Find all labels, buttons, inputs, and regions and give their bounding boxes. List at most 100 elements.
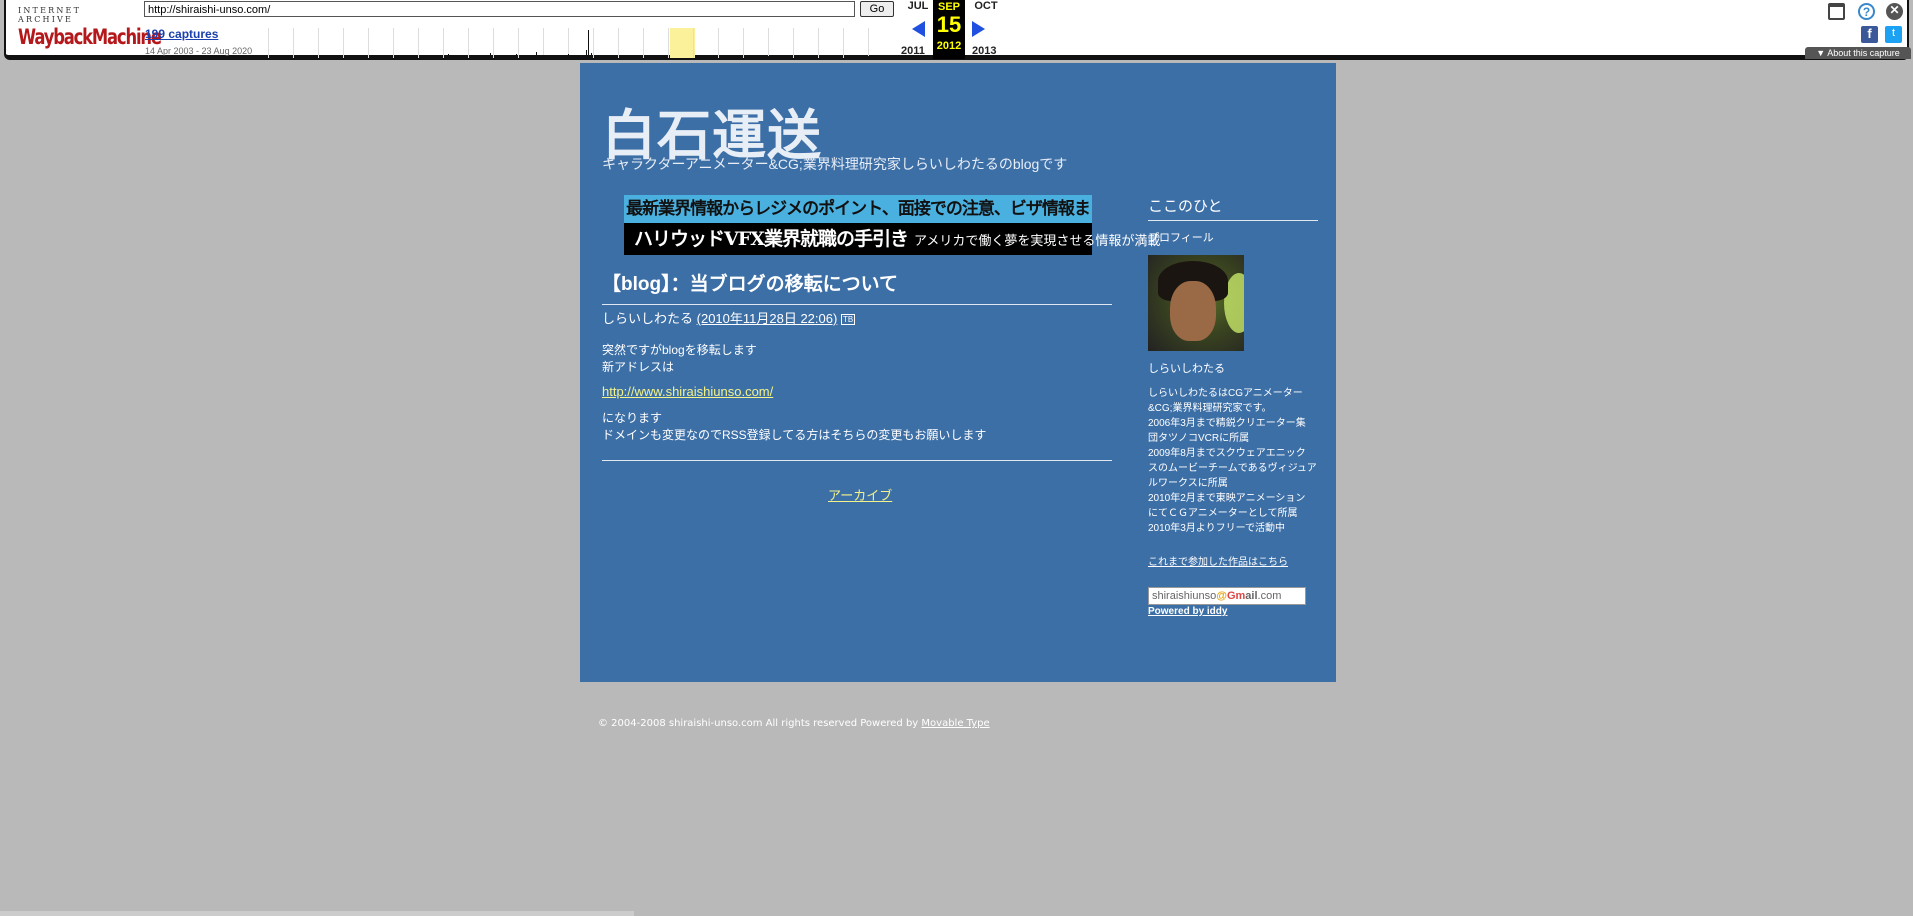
sparkline-bar (591, 53, 592, 58)
twitter-icon[interactable]: t (1885, 26, 1902, 43)
sparkline-divider (768, 28, 769, 58)
sparkline-divider (868, 28, 869, 58)
works-link[interactable]: これまで参加した作品はこちら (1148, 553, 1318, 568)
entry-text: ドメインも変更なのでRSS登録してる方はそちらの変更もお願いします (602, 428, 987, 442)
prev-capture-arrow-icon[interactable] (912, 21, 925, 37)
trackback-icon[interactable]: TB (840, 314, 856, 325)
site-description: キャラクターアニメーター&CG;業界料理研究家しらいしわたるのblogです (602, 156, 1068, 172)
bio-line: ルワークスに所属 (1148, 478, 1228, 489)
bio-line: しらいしわたるはCGアニメーター (1148, 388, 1303, 399)
profile-label: プロフィール (1148, 232, 1214, 244)
avatar (1148, 255, 1244, 351)
current-year: 2012 (936, 40, 962, 52)
email-image[interactable]: shiraishiunso@Gmail.com (1148, 587, 1306, 605)
go-button[interactable]: Go (860, 1, 894, 17)
help-icon[interactable]: ? (1858, 3, 1875, 20)
powered-by-iddy-link[interactable]: Powered by iddy (1148, 606, 1318, 617)
sparkline-divider (268, 28, 269, 58)
banner-bottom-title: ハリウッドVFX業界就職の手引き (634, 228, 909, 250)
sparkline-bar (516, 54, 517, 58)
sparkline-bar (503, 55, 504, 58)
bio-line: 2010年3月よりフリーで活動中 (1148, 523, 1286, 534)
entry-text: になります (602, 411, 663, 425)
next-capture-arrow-icon[interactable] (972, 21, 985, 37)
sparkline-divider (318, 28, 319, 58)
sparkline-bar (768, 56, 769, 58)
sparkline-bar (568, 54, 569, 58)
sparkline-bar (586, 50, 587, 58)
sparkline-divider (393, 28, 394, 58)
banner-bottom: ハリウッドVFX業界就職の手引き アメリカで働く夢を実現させる情報が満載 (624, 223, 1160, 255)
sparkline-highlight (670, 28, 695, 58)
sparkline-divider (468, 28, 469, 58)
wayback-logo[interactable]: INTERNET ARCHIVE WaybackMachine (18, 6, 162, 49)
bio-line: 2006年3月まで精鋭クリエーター集 (1148, 418, 1306, 429)
bio-line: にてＣＧアニメーターとして所属 (1148, 508, 1298, 519)
sparkline-divider (743, 28, 744, 58)
sparkline-bar (536, 52, 537, 58)
sparkline-divider (668, 28, 669, 58)
next-month-link[interactable]: OCT (972, 0, 1000, 12)
current-capture-date: SEP 15 2012 (933, 0, 965, 59)
sparkline-bar (813, 56, 814, 58)
sparkline-bar (868, 56, 869, 58)
footer-text: © 2004-2008 shiraishi-unso.com All right… (598, 718, 922, 729)
capture-range: 14 Apr 2003 - 23 Aug 2020 (145, 46, 253, 56)
logo-main-text: WaybackMachine (18, 25, 162, 49)
url-input[interactable]: http://shiraishi-unso.com/ (144, 1, 855, 17)
next-year-label[interactable]: 2013 (972, 45, 996, 57)
sparkline-bar (466, 55, 467, 58)
banner-top-text: 最新業界情報からレジメのポイント、面接での注意、ビザ情報まで (624, 195, 1092, 247)
archive-link[interactable]: アーカイブ (828, 485, 892, 504)
facebook-icon[interactable]: f (1861, 26, 1878, 43)
sparkline-bar (448, 54, 449, 58)
sparkline-bar (853, 56, 854, 58)
capture-sparkline[interactable] (268, 28, 896, 58)
profile-bio: しらいしわたるはCGアニメーター &CG;業界料理研究家です。 2006年3月ま… (1148, 386, 1318, 536)
ad-banner[interactable]: 最新業界情報からレジメのポイント、面接での注意、ビザ情報まで ハリウッドVFX業… (624, 195, 1160, 255)
sparkline-bar (543, 55, 544, 58)
sparkline-bar (608, 55, 609, 58)
sparkline-divider (418, 28, 419, 58)
sparkline-bar (623, 56, 624, 58)
wayback-toolbar: INTERNET ARCHIVE WaybackMachine http://s… (4, 0, 1911, 60)
sparkline-divider (843, 28, 844, 58)
profile-name: しらいしわたる (1148, 363, 1225, 375)
horizontal-scrollbar[interactable] (0, 911, 634, 916)
sparkline-divider (443, 28, 444, 58)
about-capture-button[interactable]: ▼ About this capture (1805, 47, 1911, 59)
sparkline-divider (593, 28, 594, 58)
captures-link[interactable]: 199 captures (145, 27, 218, 41)
sparkline-bar (636, 55, 637, 58)
bio-line: 2010年2月まで東映アニメーション (1148, 493, 1306, 504)
sparkline-bar (588, 30, 589, 58)
entry-date-link[interactable]: (2010年11月28日 22:06) (697, 311, 838, 326)
sparkline-divider (643, 28, 644, 58)
sidebar-heading: ここのひと (1148, 195, 1318, 221)
sparkline-divider (343, 28, 344, 58)
close-icon[interactable]: ✕ (1886, 3, 1903, 20)
about-capture-label: About this capture (1827, 48, 1900, 58)
divider (602, 304, 1112, 305)
mail-at: @ (1216, 590, 1227, 602)
sparkline-divider (818, 28, 819, 58)
current-day: 15 (936, 12, 962, 37)
sparkline-bar (708, 55, 709, 58)
window-icon[interactable] (1828, 3, 1845, 20)
bio-line: &CG;業界料理研究家です。 (1148, 403, 1272, 414)
gmail-logo-g: G (1226, 590, 1236, 602)
sidebar: ここのひと プロフィール しらいしわたる しらいしわたるはCGアニメーター &C… (1148, 195, 1318, 617)
entry-text: 突然ですがblogを移転します (602, 343, 757, 357)
bio-line: 団タツノコVCRに所属 (1148, 433, 1250, 444)
sparkline-bar (833, 55, 834, 58)
new-address-link[interactable]: http://www.shiraishiunso.com/ (602, 384, 773, 399)
prev-month-link[interactable]: JUL (904, 0, 932, 12)
mail-tld: .com (1257, 590, 1282, 602)
movable-type-link[interactable]: Movable Type (921, 718, 989, 729)
entry-author: しらいしわたる (602, 311, 694, 326)
entry-text: 新アドレスは (602, 360, 675, 374)
sparkline-divider (518, 28, 519, 58)
gmail-logo-rest: ail (1245, 590, 1258, 602)
prev-year-label[interactable]: 2011 (901, 45, 925, 57)
gmail-logo-m: m (1235, 590, 1246, 602)
